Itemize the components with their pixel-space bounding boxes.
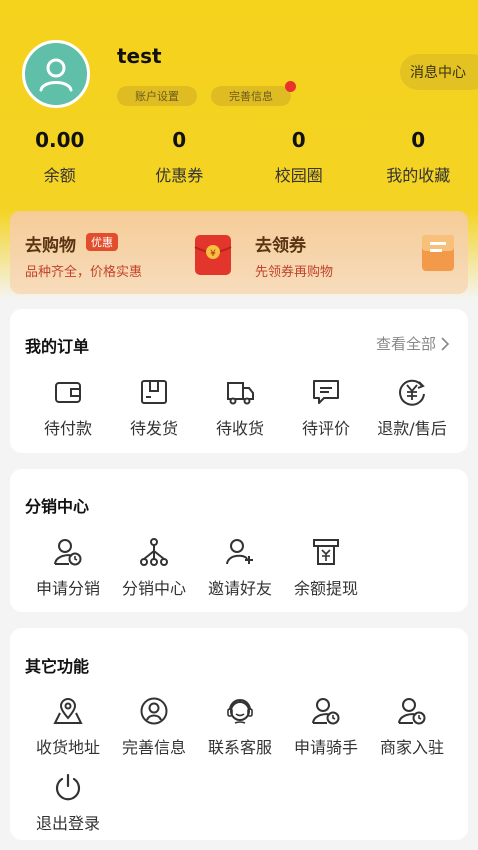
order-label: 待评价	[301, 419, 350, 438]
stat-label: 余额	[43, 166, 76, 185]
distribution-label: 申请分销	[35, 579, 100, 598]
stat-label: 校园圈	[274, 166, 323, 185]
orders-card: 我的订单 查看全部 待付款 待发货 待收货 待评价 退款/售后	[10, 309, 468, 453]
stat-value: 0	[411, 128, 426, 152]
balance-withdraw[interactable]: 余额提现	[283, 535, 369, 599]
order-pending-shipment[interactable]: 待发货	[111, 375, 197, 439]
notification-dot	[285, 81, 296, 92]
svg-text:¥: ¥	[210, 249, 216, 259]
logout[interactable]: 退出登录	[25, 770, 111, 834]
order-refund[interactable]: 退款/售后	[369, 375, 455, 439]
orders-title: 我的订单	[25, 337, 90, 356]
stat-label: 我的收藏	[386, 166, 451, 185]
order-label: 待收货	[215, 419, 264, 438]
box-icon	[141, 380, 167, 404]
view-all-label: 查看全部	[375, 335, 436, 353]
other-row-2: 退出登录	[25, 770, 111, 834]
distribution-label: 邀请好友	[207, 579, 272, 598]
user-clock-icon	[398, 698, 426, 725]
promo-banner: 去购物 优惠 品种齐全，价格实惠 ¥ 去领券 先领券再购物	[10, 211, 468, 294]
distribution-title: 分销中心	[25, 497, 90, 516]
wallet-icon	[55, 382, 81, 403]
chevron-right-icon	[441, 336, 450, 351]
shipping-address[interactable]: 收货地址	[25, 694, 111, 758]
other-label: 收货地址	[35, 738, 100, 757]
shop-subtitle: 品种齐全，价格实惠	[25, 265, 143, 280]
order-pending-receipt[interactable]: 待收货	[197, 375, 283, 439]
red-packet-icon: ¥	[194, 235, 232, 275]
merchant-join[interactable]: 商家入驻	[369, 694, 455, 758]
complete-info-button[interactable]: 完善信息	[211, 86, 291, 106]
stats-row: 0.00 余额 0 优惠券 0 校园圈 0 我的收藏	[0, 128, 478, 186]
user-clock-icon	[312, 698, 340, 725]
order-label: 待付款	[43, 419, 92, 438]
power-icon	[55, 773, 81, 801]
contact-support[interactable]: 联系客服	[197, 694, 283, 758]
coupon-subtitle: 先领券再购物	[255, 265, 334, 280]
view-all-link[interactable]: 查看全部	[376, 333, 450, 354]
account-settings-button[interactable]: 账户设置	[117, 86, 197, 106]
other-title: 其它功能	[25, 657, 90, 676]
refund-icon	[399, 379, 425, 406]
comment-icon	[313, 380, 339, 404]
order-label: 待发货	[129, 419, 178, 438]
complete-info[interactable]: 完善信息	[111, 694, 197, 758]
apply-distribution[interactable]: 申请分销	[25, 535, 111, 599]
user-clock-icon	[54, 539, 82, 566]
stat-value: 0.00	[35, 128, 85, 152]
user-circle-icon	[140, 697, 168, 725]
user-add-icon	[226, 539, 253, 565]
stat-balance[interactable]: 0.00 余额	[0, 128, 120, 186]
username: test	[117, 44, 162, 68]
distribution-label: 余额提现	[293, 579, 358, 598]
orders-row: 待付款 待发货 待收货 待评价 退款/售后	[25, 375, 455, 439]
stat-favorites[interactable]: 0 我的收藏	[359, 128, 478, 186]
coupon-title: 去领券	[255, 236, 306, 256]
shop-promo[interactable]: 去购物 优惠 品种齐全，价格实惠 ¥	[10, 211, 239, 294]
other-label: 联系客服	[207, 738, 272, 757]
atm-icon	[313, 539, 339, 565]
shop-title: 去购物	[25, 236, 76, 256]
invite-friends[interactable]: 邀请好友	[197, 535, 283, 599]
distribution-card: 分销中心 申请分销 分销中心 邀请好友 余额提现	[10, 469, 468, 612]
location-icon	[53, 698, 83, 724]
user-icon	[39, 58, 73, 92]
stat-coupons[interactable]: 0 优惠券	[120, 128, 240, 186]
order-pending-payment[interactable]: 待付款	[25, 375, 111, 439]
truck-icon	[227, 382, 254, 405]
distribution-label: 分销中心	[121, 579, 186, 598]
order-pending-review[interactable]: 待评价	[283, 375, 369, 439]
other-label: 退出登录	[35, 814, 100, 833]
stat-campus[interactable]: 0 校园圈	[239, 128, 359, 186]
order-label: 退款/售后	[377, 419, 447, 438]
other-functions-card: 其它功能 收货地址 完善信息 联系客服 申请骑手 商家入驻 退出登录	[10, 628, 468, 840]
message-center-button[interactable]: 消息中心	[400, 54, 478, 90]
distribution-row: 申请分销 分销中心 邀请好友 余额提现	[25, 535, 369, 599]
avatar[interactable]	[22, 40, 90, 108]
other-label: 申请骑手	[293, 738, 358, 757]
distribution-center[interactable]: 分销中心	[111, 535, 197, 599]
customer-service-icon	[227, 699, 253, 724]
apply-rider[interactable]: 申请骑手	[283, 694, 369, 758]
other-label: 商家入驻	[379, 738, 444, 757]
stat-value: 0	[291, 128, 306, 152]
stat-label: 优惠券	[155, 166, 204, 185]
network-icon	[140, 538, 168, 566]
other-label: 完善信息	[121, 738, 186, 757]
discount-badge: 优惠	[86, 233, 118, 251]
stat-value: 0	[172, 128, 187, 152]
other-row-1: 收货地址 完善信息 联系客服 申请骑手 商家入驻	[25, 694, 455, 758]
coupon-icon	[422, 235, 454, 271]
